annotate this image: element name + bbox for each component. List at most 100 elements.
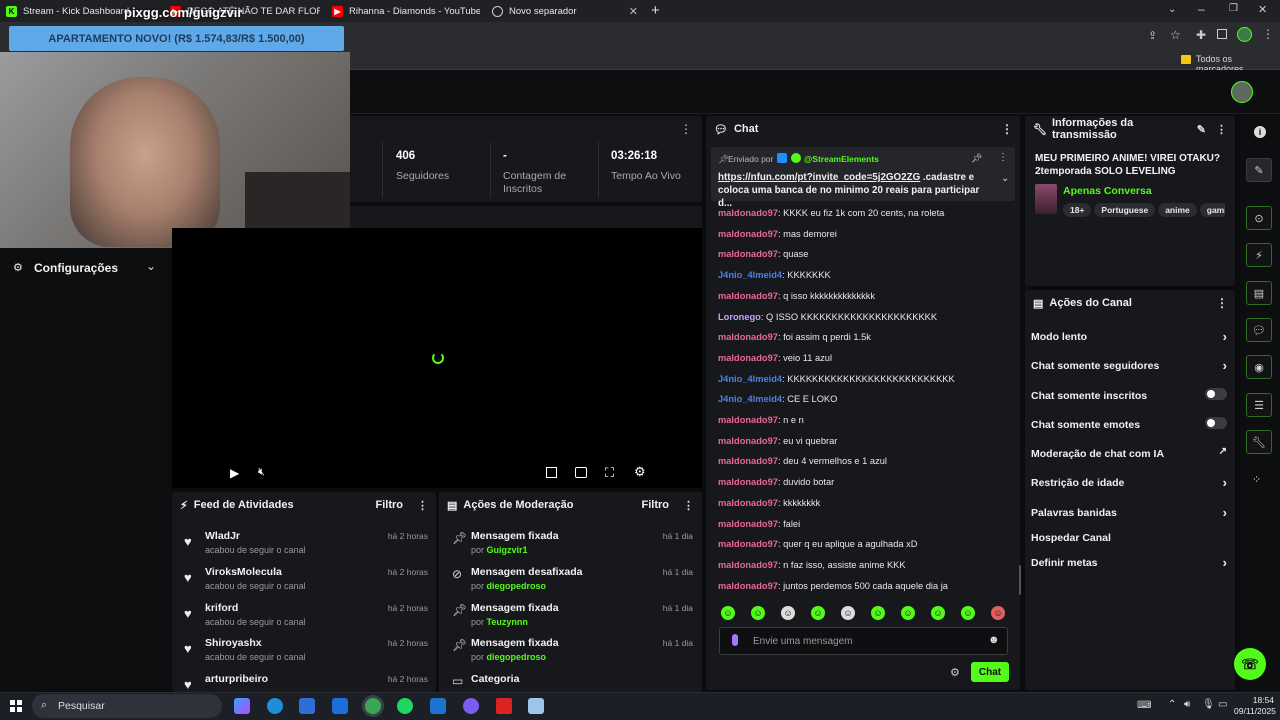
- broadcast-icon[interactable]: ◉: [1246, 355, 1272, 379]
- category-link[interactable]: Apenas Conversa: [1063, 185, 1152, 197]
- tab-rihanna[interactable]: ▶ Rihanna - Diamonds - YouTube ✕: [332, 0, 480, 22]
- chrome-icon[interactable]: [365, 698, 381, 714]
- app-icon[interactable]: [430, 698, 446, 714]
- sidepanel-icon[interactable]: [1217, 29, 1227, 39]
- list-item[interactable]: 📌︎ Mensagem fixada por Guigzvir1 há 1 dia: [450, 528, 695, 564]
- chat-username[interactable]: maldonado97: [718, 332, 778, 342]
- stream-info-menu-icon[interactable]: ⋮: [1216, 123, 1227, 136]
- chat-username[interactable]: maldonado97: [718, 436, 778, 446]
- list-item[interactable]: 📌︎ Mensagem fixada por diegopedroso há 1 di…: [450, 635, 695, 671]
- activity-filter-button[interactable]: Filtro: [376, 499, 404, 511]
- copilot-icon[interactable]: [234, 698, 250, 714]
- channel-action-6[interactable]: Palavras banidas ›: [1031, 505, 1227, 520]
- chat-message[interactable]: maldonado97: duvido botar: [718, 477, 834, 487]
- taskbar-search[interactable]: ⌕ Pesquisar: [32, 694, 222, 718]
- list-item[interactable]: ♥ ViroksMolecula acabou de seguir o canal h…: [182, 564, 432, 600]
- chat-username[interactable]: maldonado97: [718, 560, 778, 570]
- list-item[interactable]: ♥ arturpribeiro há 2 horas: [182, 671, 432, 692]
- chat-username[interactable]: maldonado97: [718, 477, 778, 487]
- edit-icon[interactable]: ✎: [1197, 123, 1206, 136]
- volume-icon[interactable]: 🔊︎: [1184, 699, 1190, 710]
- mute-icon[interactable]: 🔇︎: [258, 466, 265, 479]
- toggle-switch[interactable]: [1205, 388, 1227, 400]
- chat-username[interactable]: Loronego: [718, 312, 761, 322]
- emote-icon[interactable]: ☺: [841, 606, 855, 620]
- chat-username[interactable]: maldonado97: [718, 353, 778, 363]
- new-tab-button[interactable]: +: [651, 2, 660, 19]
- chevron-right-icon[interactable]: ›: [1223, 555, 1227, 570]
- emote-icon[interactable]: ☺: [781, 606, 795, 620]
- menu-icon[interactable]: ⋮: [1262, 27, 1274, 41]
- windows-start-icon[interactable]: [10, 700, 22, 712]
- chat-message[interactable]: maldonado97: foi assim q perdi 1.5k: [718, 332, 871, 342]
- chat-icon[interactable]: 💬︎: [1246, 318, 1272, 342]
- emote-icon[interactable]: ☺: [721, 606, 735, 620]
- chat-input[interactable]: Envie uma mensagem ☻: [719, 627, 1008, 655]
- theater-icon[interactable]: [575, 467, 587, 478]
- close-window-icon[interactable]: ✕: [1258, 3, 1267, 16]
- microphone-icon[interactable]: 🎙︎: [1202, 699, 1215, 710]
- chat-username[interactable]: maldonado97: [718, 581, 778, 591]
- wrench-icon[interactable]: 🔧︎: [1246, 430, 1272, 454]
- chevron-down-icon[interactable]: ⌄: [146, 259, 156, 273]
- chat-username[interactable]: maldonado97: [718, 208, 778, 218]
- chat-message[interactable]: maldonado97: juntos perdemos 500 cada aq…: [718, 581, 948, 591]
- tab-new[interactable]: Novo separador ✕: [492, 0, 638, 22]
- chat-message[interactable]: maldonado97: deu 4 vermelhos e 1 azul: [718, 456, 887, 466]
- chat-message[interactable]: maldonado97: veio 11 azul: [718, 353, 832, 363]
- emote-icon[interactable]: ☺: [991, 606, 1005, 620]
- chat-username[interactable]: maldonado97: [718, 249, 778, 259]
- list-item[interactable]: ♥ WladJr acabou de seguir o canal há 2 hora…: [182, 528, 432, 564]
- channel-action-2[interactable]: Chat somente inscritos: [1031, 388, 1227, 402]
- moderation-filter-button[interactable]: Filtro: [642, 499, 670, 511]
- activity-menu-icon[interactable]: ⋮: [417, 499, 428, 512]
- chat-message[interactable]: maldonado97: kkkkkkkk: [718, 498, 820, 508]
- chat-message[interactable]: maldonado97: n e n: [718, 415, 804, 425]
- emote-icon[interactable]: ☺: [811, 606, 825, 620]
- store-icon[interactable]: [299, 698, 315, 714]
- document-icon[interactable]: ▤: [1246, 281, 1272, 305]
- channel-action-7[interactable]: Hospedar Canal: [1031, 532, 1227, 544]
- camera-icon[interactable]: ⊙: [1246, 206, 1272, 230]
- emote-icon[interactable]: ☺: [931, 606, 945, 620]
- clock[interactable]: 18:54 09/11/2025: [1234, 695, 1276, 717]
- chat-username[interactable]: maldonado97: [718, 415, 778, 425]
- chat-username[interactable]: J4nio_4lmeid4: [718, 394, 782, 404]
- keyboard-icon[interactable]: ⌨: [1137, 700, 1151, 711]
- share-icon[interactable]: ⇪: [1148, 29, 1157, 42]
- list-item[interactable]: ⊘ Mensagem desafixada por diegopedroso há 1…: [450, 564, 695, 600]
- chevron-right-icon[interactable]: ›: [1223, 329, 1227, 344]
- chevron-right-icon[interactable]: ›: [1223, 475, 1227, 490]
- pinned-author[interactable]: @StreamElements: [804, 154, 879, 164]
- chat-scrollbar[interactable]: [1019, 565, 1021, 595]
- tab-search-icon[interactable]: ⌄: [1168, 4, 1176, 15]
- chat-message[interactable]: J4nio_4lmeid4: KKKKKKKKKKKKKKKKKKKKKKKKK…: [718, 374, 955, 384]
- channel-action-5[interactable]: Restrição de idade ›: [1031, 475, 1227, 490]
- pinned-message[interactable]: 📌︎ Enviado por @StreamElements 📌︎ ⋮ http…: [711, 147, 1015, 209]
- toggle-switch[interactable]: [1205, 417, 1227, 429]
- channel-action-3[interactable]: Chat somente emotes: [1031, 417, 1227, 431]
- chat-message[interactable]: J4nio_4lmeid4: CE E LOKO: [718, 394, 837, 404]
- edge-icon[interactable]: [267, 698, 283, 714]
- mic-icon[interactable]: [732, 634, 738, 646]
- minimize-icon[interactable]: –: [1198, 2, 1205, 16]
- pinned-menu-icon[interactable]: ⋮: [998, 152, 1008, 163]
- app-icon[interactable]: [528, 698, 544, 714]
- channel-action-1[interactable]: Chat somente seguidores ›: [1031, 358, 1227, 373]
- chat-message[interactable]: Loronego: Q ISSO KKKKKKKKKKKKKKKKKKKKKK: [718, 312, 937, 322]
- chat-username[interactable]: maldonado97: [718, 519, 778, 529]
- pinned-link[interactable]: https://nfun.com/pt?invite_code=5j2GO2ZG: [718, 172, 920, 183]
- send-chat-button[interactable]: Chat: [971, 662, 1009, 682]
- spotify-icon[interactable]: [397, 698, 413, 714]
- chat-username[interactable]: maldonado97: [718, 539, 778, 549]
- external-link-icon[interactable]: ↗: [1219, 446, 1227, 457]
- chat-message[interactable]: maldonado97: falei: [718, 519, 800, 529]
- chat-menu-icon[interactable]: ⋮: [1001, 122, 1013, 136]
- list-item[interactable]: ▭ Categoria: [450, 671, 695, 691]
- discord-icon[interactable]: [463, 698, 479, 714]
- chevron-down-icon[interactable]: ⌄: [1001, 173, 1009, 184]
- list-item[interactable]: 📌︎ Mensagem fixada por Teuzynnn há 1 dia: [450, 600, 695, 636]
- info-icon[interactable]: i: [1254, 126, 1266, 138]
- pin-action-icon[interactable]: 📌︎: [971, 153, 982, 164]
- maximize-icon[interactable]: ❐: [1229, 3, 1238, 14]
